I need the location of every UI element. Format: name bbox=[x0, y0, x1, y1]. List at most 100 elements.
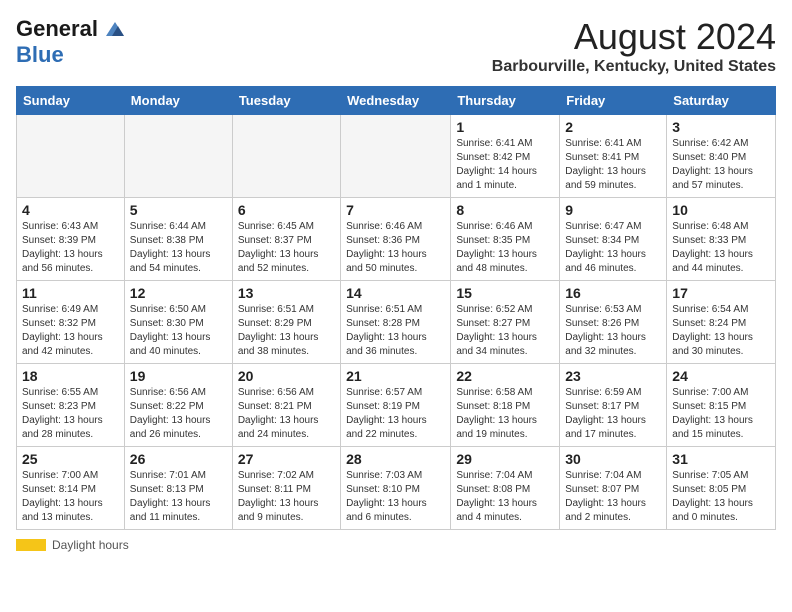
day-info: Sunrise: 6:41 AM Sunset: 8:42 PM Dayligh… bbox=[456, 137, 554, 193]
day-number: 17 bbox=[672, 285, 770, 301]
calendar-cell: 26 Sunrise: 7:01 AM Sunset: 8:13 PM Dayli… bbox=[124, 447, 232, 530]
calendar-cell: 18Sunrise: 6:55 AM Sunset: 8:23 PM Dayli… bbox=[17, 364, 125, 447]
day-number: 23 bbox=[565, 368, 661, 384]
logo-general: General bbox=[16, 16, 98, 42]
logo-icon bbox=[104, 20, 126, 38]
day-number: 25 bbox=[22, 451, 119, 467]
day-info: Sunrise: 6:53 AM Sunset: 8:26 PM Dayligh… bbox=[565, 303, 661, 359]
calendar-cell: 14Sunrise: 6:51 AM Sunset: 8:28 PM Dayli… bbox=[341, 281, 451, 364]
weekday-header: Thursday bbox=[451, 87, 560, 115]
month-title: August 2024 bbox=[492, 16, 776, 58]
calendar-cell: 11 Sunrise: 6:49 AM Sunset: 8:32 PM Dayli… bbox=[17, 281, 125, 364]
calendar-table: SundayMondayTuesdayWednesdayThursdayFrid… bbox=[16, 86, 776, 530]
day-info: Sunrise: 6:47 AM Sunset: 8:34 PM Dayligh… bbox=[565, 220, 661, 276]
day-info: Sunrise: 6:43 AM Sunset: 8:39 PM Dayligh… bbox=[22, 220, 119, 276]
calendar-week-row: 25Sunrise: 7:00 AM Sunset: 8:14 PM Dayli… bbox=[17, 447, 776, 530]
day-number: 3 bbox=[672, 119, 770, 135]
day-info: Sunrise: 7:01 AM Sunset: 8:13 PM Dayligh… bbox=[130, 469, 227, 525]
calendar-cell: 15Sunrise: 6:52 AM Sunset: 8:27 PM Dayli… bbox=[451, 281, 560, 364]
day-info: Sunrise: 6:55 AM Sunset: 8:23 PM Dayligh… bbox=[22, 386, 119, 442]
day-number: 12 bbox=[130, 285, 227, 301]
day-number: 22 bbox=[456, 368, 554, 384]
calendar-cell: 2Sunrise: 6:41 AM Sunset: 8:41 PM Daylig… bbox=[560, 115, 667, 198]
day-info: Sunrise: 6:51 AM Sunset: 8:29 PM Dayligh… bbox=[238, 303, 335, 359]
calendar-cell: 5Sunrise: 6:44 AM Sunset: 8:38 PM Daylig… bbox=[124, 198, 232, 281]
day-number: 16 bbox=[565, 285, 661, 301]
day-info: Sunrise: 6:41 AM Sunset: 8:41 PM Dayligh… bbox=[565, 137, 661, 193]
day-info: Sunrise: 7:03 AM Sunset: 8:10 PM Dayligh… bbox=[346, 469, 445, 525]
footer-note: Daylight hours bbox=[16, 538, 776, 552]
calendar-cell: 20 Sunrise: 6:56 AM Sunset: 8:21 PM Dayli… bbox=[232, 364, 340, 447]
daylight-bar bbox=[16, 539, 46, 551]
day-info: Sunrise: 7:02 AM Sunset: 8:11 PM Dayligh… bbox=[238, 469, 335, 525]
day-number: 19 bbox=[130, 368, 227, 384]
daylight-label: Daylight hours bbox=[52, 538, 129, 552]
calendar-cell: 8 Sunrise: 6:46 AM Sunset: 8:35 PM Daylig… bbox=[451, 198, 560, 281]
calendar-cell: 12 Sunrise: 6:50 AM Sunset: 8:30 PM Dayli… bbox=[124, 281, 232, 364]
day-number: 6 bbox=[238, 202, 335, 218]
day-number: 26 bbox=[130, 451, 227, 467]
day-number: 30 bbox=[565, 451, 661, 467]
logo-blue: Blue bbox=[16, 42, 64, 68]
calendar-cell: 9 Sunrise: 6:47 AM Sunset: 8:34 PM Daylig… bbox=[560, 198, 667, 281]
weekday-header: Monday bbox=[124, 87, 232, 115]
calendar-cell: 29Sunrise: 7:04 AM Sunset: 8:08 PM Dayli… bbox=[451, 447, 560, 530]
calendar-cell: 22 Sunrise: 6:58 AM Sunset: 8:18 PM Dayli… bbox=[451, 364, 560, 447]
calendar-cell: 16 Sunrise: 6:53 AM Sunset: 8:26 PM Dayli… bbox=[560, 281, 667, 364]
day-info: Sunrise: 7:04 AM Sunset: 8:07 PM Dayligh… bbox=[565, 469, 661, 525]
day-number: 9 bbox=[565, 202, 661, 218]
calendar-week-row: 18Sunrise: 6:55 AM Sunset: 8:23 PM Dayli… bbox=[17, 364, 776, 447]
calendar-week-row: 1 Sunrise: 6:41 AM Sunset: 8:42 PM Daylig… bbox=[17, 115, 776, 198]
day-number: 8 bbox=[456, 202, 554, 218]
calendar-cell: 24 Sunrise: 7:00 AM Sunset: 8:15 PM Dayli… bbox=[667, 364, 776, 447]
calendar-cell: 3Sunrise: 6:42 AM Sunset: 8:40 PM Daylig… bbox=[667, 115, 776, 198]
day-number: 1 bbox=[456, 119, 554, 135]
day-number: 27 bbox=[238, 451, 335, 467]
day-info: Sunrise: 6:46 AM Sunset: 8:35 PM Dayligh… bbox=[456, 220, 554, 276]
header-row: SundayMondayTuesdayWednesdayThursdayFrid… bbox=[17, 87, 776, 115]
day-number: 21 bbox=[346, 368, 445, 384]
day-info: Sunrise: 6:50 AM Sunset: 8:30 PM Dayligh… bbox=[130, 303, 227, 359]
day-info: Sunrise: 7:00 AM Sunset: 8:15 PM Dayligh… bbox=[672, 386, 770, 442]
day-info: Sunrise: 6:54 AM Sunset: 8:24 PM Dayligh… bbox=[672, 303, 770, 359]
title-area: August 2024 Barbourville, Kentucky, Unit… bbox=[492, 16, 776, 76]
location-title: Barbourville, Kentucky, United States bbox=[492, 58, 776, 76]
day-number: 4 bbox=[22, 202, 119, 218]
day-info: Sunrise: 6:56 AM Sunset: 8:21 PM Dayligh… bbox=[238, 386, 335, 442]
day-number: 13 bbox=[238, 285, 335, 301]
calendar-cell: 17 Sunrise: 6:54 AM Sunset: 8:24 PM Dayli… bbox=[667, 281, 776, 364]
day-number: 28 bbox=[346, 451, 445, 467]
day-info: Sunrise: 6:46 AM Sunset: 8:36 PM Dayligh… bbox=[346, 220, 445, 276]
calendar-cell bbox=[341, 115, 451, 198]
calendar-cell bbox=[232, 115, 340, 198]
day-info: Sunrise: 6:58 AM Sunset: 8:18 PM Dayligh… bbox=[456, 386, 554, 442]
calendar-cell: 13 Sunrise: 6:51 AM Sunset: 8:29 PM Dayli… bbox=[232, 281, 340, 364]
calendar-cell: 21Sunrise: 6:57 AM Sunset: 8:19 PM Dayli… bbox=[341, 364, 451, 447]
day-number: 11 bbox=[22, 285, 119, 301]
weekday-header: Tuesday bbox=[232, 87, 340, 115]
day-info: Sunrise: 6:49 AM Sunset: 8:32 PM Dayligh… bbox=[22, 303, 119, 359]
day-info: Sunrise: 6:51 AM Sunset: 8:28 PM Dayligh… bbox=[346, 303, 445, 359]
day-number: 31 bbox=[672, 451, 770, 467]
calendar-cell: 4 Sunrise: 6:43 AM Sunset: 8:39 PM Daylig… bbox=[17, 198, 125, 281]
day-number: 20 bbox=[238, 368, 335, 384]
logo: General Blue bbox=[16, 16, 126, 68]
calendar-week-row: 4 Sunrise: 6:43 AM Sunset: 8:39 PM Daylig… bbox=[17, 198, 776, 281]
calendar-cell: 6 Sunrise: 6:45 AM Sunset: 8:37 PM Daylig… bbox=[232, 198, 340, 281]
day-info: Sunrise: 7:04 AM Sunset: 8:08 PM Dayligh… bbox=[456, 469, 554, 525]
weekday-header: Friday bbox=[560, 87, 667, 115]
day-number: 24 bbox=[672, 368, 770, 384]
day-info: Sunrise: 7:05 AM Sunset: 8:05 PM Dayligh… bbox=[672, 469, 770, 525]
calendar-cell: 10Sunrise: 6:48 AM Sunset: 8:33 PM Dayli… bbox=[667, 198, 776, 281]
calendar-cell: 27 Sunrise: 7:02 AM Sunset: 8:11 PM Dayli… bbox=[232, 447, 340, 530]
day-info: Sunrise: 6:48 AM Sunset: 8:33 PM Dayligh… bbox=[672, 220, 770, 276]
weekday-header: Saturday bbox=[667, 87, 776, 115]
day-info: Sunrise: 6:45 AM Sunset: 8:37 PM Dayligh… bbox=[238, 220, 335, 276]
calendar-cell: 19Sunrise: 6:56 AM Sunset: 8:22 PM Dayli… bbox=[124, 364, 232, 447]
calendar-cell: 28 Sunrise: 7:03 AM Sunset: 8:10 PM Dayli… bbox=[341, 447, 451, 530]
day-number: 15 bbox=[456, 285, 554, 301]
header: General Blue August 2024 Barbourville, K… bbox=[16, 16, 776, 76]
weekday-header: Sunday bbox=[17, 87, 125, 115]
calendar-cell bbox=[17, 115, 125, 198]
day-info: Sunrise: 6:44 AM Sunset: 8:38 PM Dayligh… bbox=[130, 220, 227, 276]
